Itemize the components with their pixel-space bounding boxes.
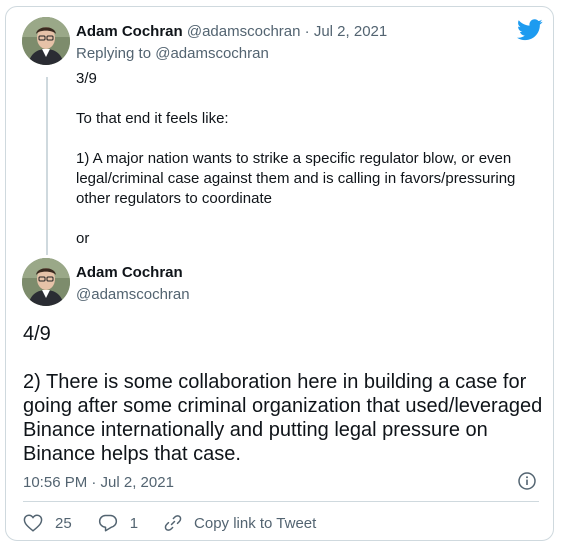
tweet-paragraph: 1) A major nation wants to strike a spec…: [76, 150, 516, 207]
divider: [23, 501, 539, 502]
copy-link-label: Copy link to Tweet: [194, 514, 317, 532]
reply-button[interactable]: 1: [98, 514, 138, 532]
link-icon: [164, 515, 182, 531]
tweet1-text: 3/9 To that end it feels like: 1) A majo…: [76, 69, 536, 249]
tweet-timestamp[interactable]: 10:56 PM · Jul 2, 2021: [23, 474, 174, 491]
author-name[interactable]: Adam Cochran: [76, 264, 183, 281]
like-button[interactable]: 25: [23, 514, 72, 532]
tweet-date[interactable]: Jul 2, 2021: [314, 23, 387, 40]
reply-count: 1: [129, 514, 139, 532]
separator-dot: ·: [304, 23, 310, 40]
tweet-paragraph: 2) There is some collaboration here in b…: [23, 371, 543, 465]
tweet-paragraph: or: [76, 230, 90, 247]
author-handle[interactable]: @adamscochran: [187, 23, 301, 40]
info-icon[interactable]: [518, 472, 536, 490]
replying-prefix: Replying to: [76, 45, 156, 62]
author-handle[interactable]: @adamscochran: [76, 286, 190, 303]
tweet2-text: 4/9 2) There is some collaboration here …: [23, 322, 543, 466]
avatar[interactable]: [22, 17, 70, 65]
avatar[interactable]: [22, 258, 70, 306]
tweet-actions: 25 1 Copy link to Tweet: [23, 513, 342, 533]
heart-icon: [23, 514, 43, 532]
reply-bubble-icon: [98, 514, 117, 532]
replying-to-handle[interactable]: @adamscochran: [155, 45, 269, 62]
thread-connector-line: [46, 77, 48, 255]
copy-link-button[interactable]: Copy link to Tweet: [164, 514, 316, 532]
tweet-paragraph: To that end it feels like:: [76, 110, 229, 127]
tweet-paragraph: 3/9: [76, 70, 97, 87]
tweet1-header: Adam Cochran @adamscochran · Jul 2, 2021: [76, 23, 387, 40]
author-name[interactable]: Adam Cochran: [76, 23, 183, 40]
replying-to-line: Replying to @adamscochran: [76, 45, 269, 62]
like-count: 25: [55, 514, 72, 532]
embedded-tweet-card: Adam Cochran @adamscochran · Jul 2, 2021…: [5, 6, 554, 541]
twitter-bird-icon[interactable]: [517, 19, 543, 41]
tweet-paragraph: 4/9: [23, 323, 51, 345]
